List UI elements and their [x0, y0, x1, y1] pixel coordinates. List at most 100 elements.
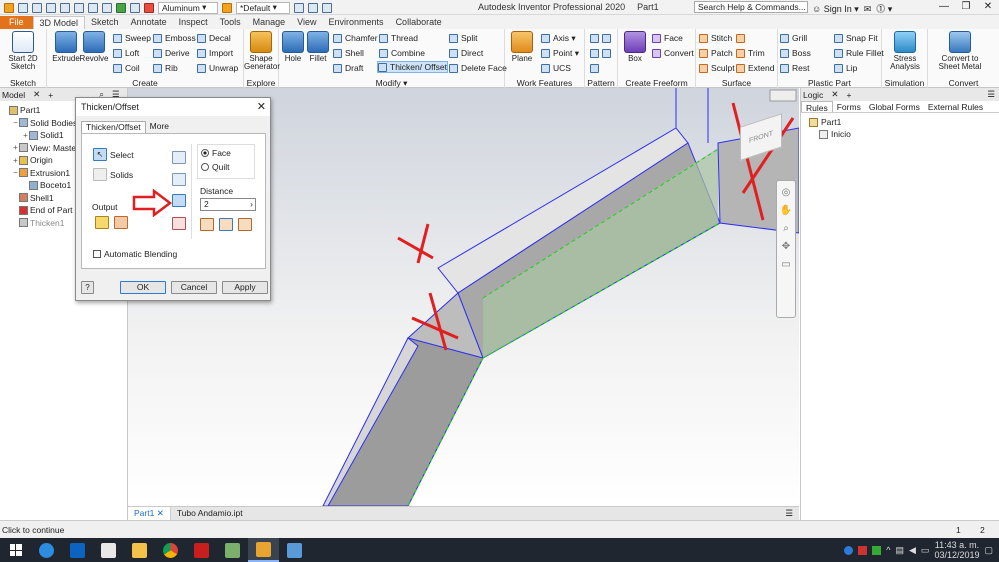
plus-icon[interactable]: [322, 2, 332, 13]
home-icon[interactable]: [88, 2, 98, 13]
new-icon[interactable]: [18, 2, 28, 13]
sculpt-button[interactable]: Sculpt: [699, 62, 735, 74]
tab-file[interactable]: File: [0, 16, 33, 29]
select-cursor-icon[interactable]: ↖: [93, 148, 107, 161]
add-browser-icon[interactable]: +: [48, 90, 53, 100]
tray-red-icon[interactable]: [858, 545, 868, 555]
other-taskbar-button[interactable]: [279, 538, 310, 562]
direction-asym-button[interactable]: [172, 217, 186, 230]
derive-button[interactable]: Derive: [153, 47, 190, 59]
solids-icon[interactable]: [93, 168, 107, 181]
output-surface-button[interactable]: [114, 216, 128, 229]
ilogic-menu-icon[interactable]: ☰: [987, 89, 995, 100]
ilogic-close-icon[interactable]: ✕: [831, 89, 838, 100]
help-search[interactable]: Search Help & Commands...: [694, 1, 808, 13]
pattern-more-button[interactable]: [590, 62, 602, 74]
dialog-tab-more[interactable]: More: [146, 121, 173, 133]
rib-button[interactable]: Rib: [153, 62, 178, 74]
patch-button[interactable]: Patch: [699, 47, 733, 59]
outlook-taskbar-button[interactable]: [62, 538, 93, 562]
convert-sheet-metal-button[interactable]: Convert to Sheet Metal: [930, 31, 990, 71]
direction-symmetric-button[interactable]: [172, 194, 186, 207]
rest-button[interactable]: Rest: [780, 62, 809, 74]
auto-blend-checkbox[interactable]: [93, 250, 101, 258]
viewport-toolbar[interactable]: [769, 89, 797, 102]
zoom-icon[interactable]: ⌕: [783, 223, 789, 234]
doc-tab-part1[interactable]: Part1 ✕: [128, 507, 171, 520]
sweep-button[interactable]: Sweep: [113, 32, 151, 44]
parameters-icon[interactable]: [294, 2, 304, 13]
look-at-icon[interactable]: ▭: [781, 259, 790, 270]
tree-toggle[interactable]: +: [22, 131, 29, 140]
sign-in-button[interactable]: ☺ Sign In ▾ ✉ ⓵ ▾: [812, 2, 892, 15]
undo-icon[interactable]: [60, 2, 70, 13]
close-browser-icon[interactable]: ✕: [33, 89, 40, 100]
fillet-button[interactable]: Fillet: [301, 31, 335, 63]
tab-rules[interactable]: Rules: [801, 101, 833, 113]
chrome-taskbar-button[interactable]: [155, 538, 186, 562]
lip-button[interactable]: Lip: [834, 62, 857, 74]
tab-collaborate[interactable]: Collaborate: [390, 16, 448, 29]
face-radio[interactable]: [201, 149, 209, 157]
thicken-offset-button[interactable]: Thicken/ Offset: [377, 61, 449, 73]
distance-input[interactable]: 2 ›: [200, 198, 256, 211]
select-row[interactable]: ↖ Select: [93, 148, 134, 161]
restore-button[interactable]: ❐: [955, 0, 977, 14]
tray-chevron-icon[interactable]: ^: [886, 545, 890, 555]
acrobat-taskbar-button[interactable]: [186, 538, 217, 562]
tab-forms[interactable]: Forms: [833, 101, 865, 112]
import-button[interactable]: Import: [197, 47, 233, 59]
ie-taskbar-button[interactable]: [31, 538, 62, 562]
tab-tools[interactable]: Tools: [214, 16, 247, 29]
close-button[interactable]: ✕: [977, 0, 999, 14]
face-button[interactable]: Face: [652, 32, 683, 44]
face-radio-row[interactable]: Face: [201, 148, 254, 158]
redo-icon[interactable]: [74, 2, 84, 13]
direction-flip-2-button[interactable]: [219, 218, 233, 231]
combine-button[interactable]: Combine: [379, 47, 425, 59]
help-button[interactable]: ?: [81, 281, 94, 294]
tree-toggle[interactable]: +: [12, 156, 19, 165]
material-combo[interactable]: Aluminum ▾: [158, 1, 218, 14]
dialog-close-button[interactable]: ✕: [257, 98, 266, 116]
shell-button[interactable]: Shell: [333, 47, 364, 59]
notifications-icon[interactable]: ▢: [984, 545, 993, 556]
volume-icon[interactable]: ◀: [909, 545, 916, 556]
coil-button[interactable]: Coil: [113, 62, 140, 74]
skype-tray-icon[interactable]: [844, 545, 854, 555]
split-button[interactable]: Split: [449, 32, 478, 44]
tree-toggle[interactable]: −: [12, 118, 19, 127]
tab-inspect[interactable]: Inspect: [173, 16, 214, 29]
minimize-button[interactable]: —: [933, 0, 955, 14]
direction-flip-3-button[interactable]: [238, 218, 252, 231]
stitch-button[interactable]: Stitch: [699, 32, 732, 44]
direction-1-button[interactable]: [172, 151, 186, 164]
quilt-radio[interactable]: [201, 163, 209, 171]
draft-button[interactable]: Draft: [333, 62, 363, 74]
tab-manage[interactable]: Manage: [247, 16, 292, 29]
delete-face-button[interactable]: Delete Face: [449, 62, 507, 74]
tray-green-icon[interactable]: [872, 545, 882, 555]
app-icon[interactable]: [4, 2, 14, 13]
convert-freeform-button[interactable]: Convert: [652, 47, 694, 59]
grill-button[interactable]: Grill: [780, 32, 807, 44]
shape-generator-button[interactable]: Shape Generator: [244, 31, 280, 71]
tab-environments[interactable]: Environments: [323, 16, 390, 29]
boss-button[interactable]: Boss: [780, 47, 811, 59]
direction-2-button[interactable]: [172, 173, 186, 186]
panel-modify-label[interactable]: Modify ▾: [279, 78, 504, 88]
unwrap-button[interactable]: Unwrap: [197, 62, 238, 74]
rule-fillet-button[interactable]: Rule Fillet: [834, 47, 884, 59]
open-icon[interactable]: [32, 2, 42, 13]
extend-button[interactable]: Extend: [736, 62, 774, 74]
dialog-titlebar[interactable]: Thicken/Offset ✕: [76, 98, 270, 116]
emboss-button[interactable]: Emboss: [153, 32, 196, 44]
snap-fit-button[interactable]: Snap Fit: [834, 32, 878, 44]
direction-flip-1-button[interactable]: [200, 218, 214, 231]
tab-3d-model[interactable]: 3D Model: [32, 16, 86, 29]
direct-button[interactable]: Direct: [449, 47, 483, 59]
axis-button[interactable]: Axis ▾: [541, 32, 576, 44]
tab-global-forms[interactable]: Global Forms: [865, 101, 924, 112]
revolve-button[interactable]: Revolve: [77, 31, 111, 63]
start-button[interactable]: [0, 538, 31, 562]
